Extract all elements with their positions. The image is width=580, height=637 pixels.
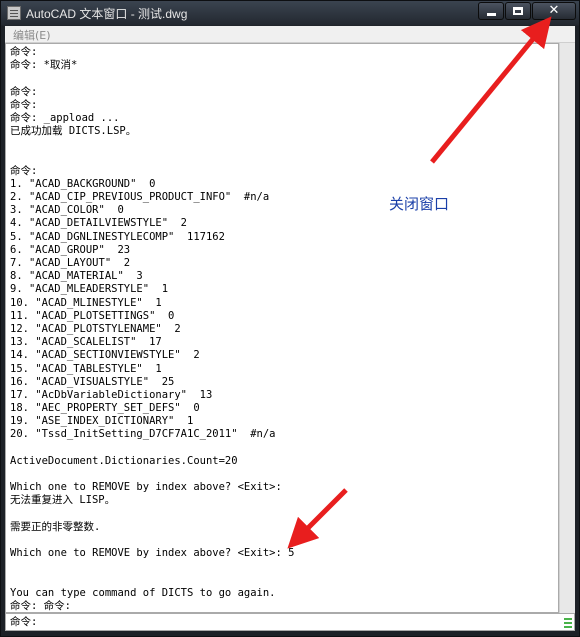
console-line: Which one to REMOVE by index above? <Exi… [10,547,295,560]
close-icon: ✕ [548,3,560,18]
console-lines: 命令: 命令: *取消* 命令: 命令: 命令: _appload ... 已成功加载 D… [10,46,295,612]
console-line: 命令: *取消* [10,59,78,72]
console-line: 3. "ACAD_COLOR" 0 [10,204,124,217]
console-line: 4. "ACAD_DETAILVIEWSTYLE" 2 [10,217,188,230]
console-scrollbar[interactable] [559,43,575,613]
console-line: 10. "ACAD_MLINESTYLE" 1 [10,296,162,309]
minimize-button[interactable] [478,2,504,20]
console-line: 16. "ACAD_VISUALSTYLE" 25 [10,375,175,388]
console-line: 12. "ACAD_PLOTSTYLENAME" 2 [10,322,181,335]
console-line: 命令: [10,46,38,58]
minimize-icon [487,13,496,16]
maximize-button[interactable] [505,2,531,20]
maximize-icon [513,7,523,15]
console-line: 11. "ACAD_PLOTSETTINGS" 0 [10,309,175,322]
console-line: 17. "AcDbVariableDictionary" 13 [10,388,213,401]
text-window: AutoCAD 文本窗口 - 测试.dwg ✕ 编辑(E) 命令: 命令: *取消… [0,0,580,637]
console-line: 需要正的非零整数. [10,520,101,533]
title-bar[interactable]: AutoCAD 文本窗口 - 测试.dwg ✕ [1,1,579,25]
console-line: 命令: [10,98,38,111]
console-line: 15. "ACAD_TABLESTYLE" 1 [10,362,162,375]
command-prompt: 命令: [10,616,38,628]
window-controls: ✕ [477,2,576,20]
console-line: 8. "ACAD_MATERIAL" 3 [10,270,143,283]
console-line: 命令: [10,85,38,98]
console-line: 19. "ASE_INDEX_DICTIONARY" 1 [10,415,194,428]
console-line: 无法重复进入 LISP。 [10,494,116,507]
console-line: 18. "AEC_PROPERTY_SET_DEFS" 0 [10,402,200,415]
console-line: 命令: 命令: [10,599,71,612]
window-title: AutoCAD 文本窗口 - 测试.dwg [26,7,188,21]
annotation-label: 关闭窗口 [389,195,450,213]
console-line: 9. "ACAD_MLEADERSTYLE" 1 [10,283,169,296]
console-line: You can type command of DICTS to go agai… [10,586,276,599]
console-line: 已成功加载 DICTS.LSP。 [10,125,137,138]
console-line: 命令: _appload ... [10,111,120,124]
console-line: 1. "ACAD_BACKGROUND" 0 [10,177,156,190]
console-history[interactable]: 命令: 命令: *取消* 命令: 命令: 命令: _appload ... 已成功加载 D… [5,43,559,613]
console-line: 13. "ACAD_SCALELIST" 17 [10,336,162,349]
console-line: 7. "ACAD_LAYOUT" 2 [10,257,131,269]
resize-grip-icon[interactable] [564,618,572,628]
command-line[interactable]: 命令: [5,613,575,631]
console-line: 5. "ACAD_DGNLINESTYLECOMP" 117162 [10,230,225,243]
menu-bar: 编辑(E) [5,26,575,43]
console-line: 20. "Tssd_InitSetting_D7CF7A1C_2011" #n/… [10,428,276,441]
close-button[interactable]: ✕ [532,2,576,20]
console-line: 6. "ACAD_GROUP" 23 [10,243,131,256]
console-line: ActiveDocument.Dictionaries.Count=20 [10,454,238,467]
console-line: 命令: [10,164,38,177]
console-line: Which one to REMOVE by index above? <Exi… [10,481,282,494]
app-icon [7,6,21,20]
menu-item-edit[interactable]: 编辑(E) [13,27,51,43]
console-line: 14. "ACAD_SECTIONVIEWSTYLE" 2 [10,349,200,362]
console-line: 2. "ACAD_CIP_PREVIOUS_PRODUCT_INFO" #n/a [10,191,270,204]
